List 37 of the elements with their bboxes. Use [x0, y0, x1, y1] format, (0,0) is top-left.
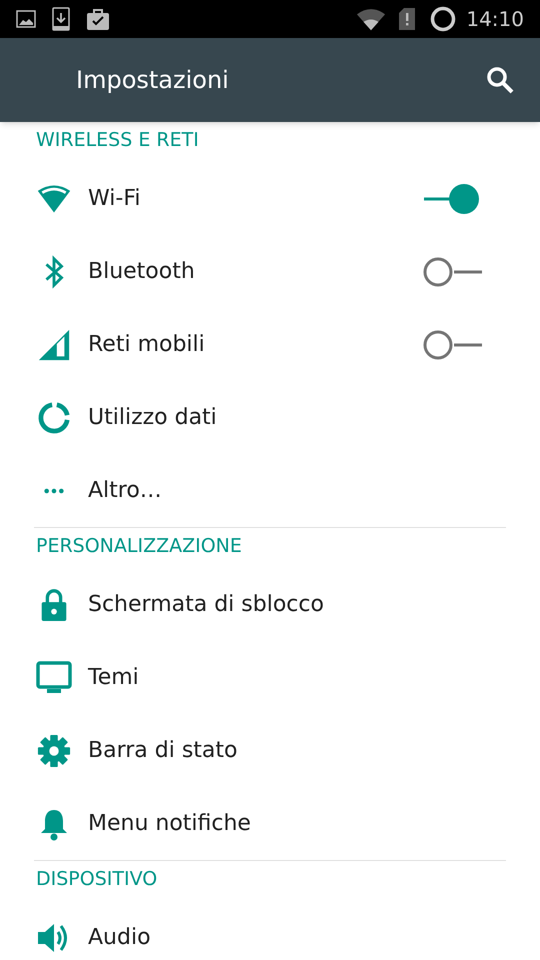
settings-item[interactable]: Barra di stato — [0, 714, 540, 787]
section-header: PERSONALIZZAZIONE — [36, 534, 242, 558]
settings-item[interactable]: Menu notifiche — [0, 787, 540, 860]
gear-icon — [36, 734, 72, 768]
search-icon[interactable] — [486, 66, 514, 94]
app-bar-title: Impostazioni — [76, 65, 230, 96]
item-label: Reti mobili — [88, 331, 206, 359]
sim-alert-icon — [398, 7, 416, 31]
download-icon — [52, 7, 70, 31]
data-usage-icon — [36, 400, 72, 434]
image-icon — [16, 10, 36, 28]
settings-item[interactable]: Altro… — [0, 454, 540, 527]
monitor-icon — [36, 660, 72, 694]
settings-item[interactable]: Utilizzo dati — [0, 381, 540, 454]
section-header: DISPOSITIVO — [36, 866, 158, 892]
more-icon — [43, 486, 65, 494]
wifi-signal-icon — [356, 7, 386, 31]
settings-item[interactable]: Temi — [0, 641, 540, 714]
briefcase-check-icon — [86, 7, 110, 31]
settings-item[interactable]: Reti mobili — [0, 308, 540, 381]
item-label: Utilizzo dati — [88, 404, 218, 432]
settings-item[interactable]: Schermata di sblocco — [0, 568, 540, 641]
item-label: Temi — [88, 664, 140, 692]
item-label: Menu notifiche — [88, 810, 252, 838]
settings-item[interactable]: Bluetooth — [0, 235, 540, 308]
section-header: WIRELESS E RETI — [36, 128, 199, 152]
signal-icon — [36, 328, 72, 362]
item-label: Audio — [88, 924, 152, 952]
clock-time: 14:10 — [466, 6, 524, 33]
item-label: Bluetooth — [88, 258, 196, 286]
item-label: Wi-Fi — [88, 185, 142, 213]
ring-icon — [430, 6, 456, 32]
item-label: Schermata di sblocco — [88, 591, 325, 619]
item-label: Barra di stato — [88, 737, 238, 765]
item-label: Altro… — [88, 477, 163, 505]
settings-item[interactable]: Wi-Fi — [0, 162, 540, 235]
settings-item[interactable]: Audio — [0, 901, 540, 960]
